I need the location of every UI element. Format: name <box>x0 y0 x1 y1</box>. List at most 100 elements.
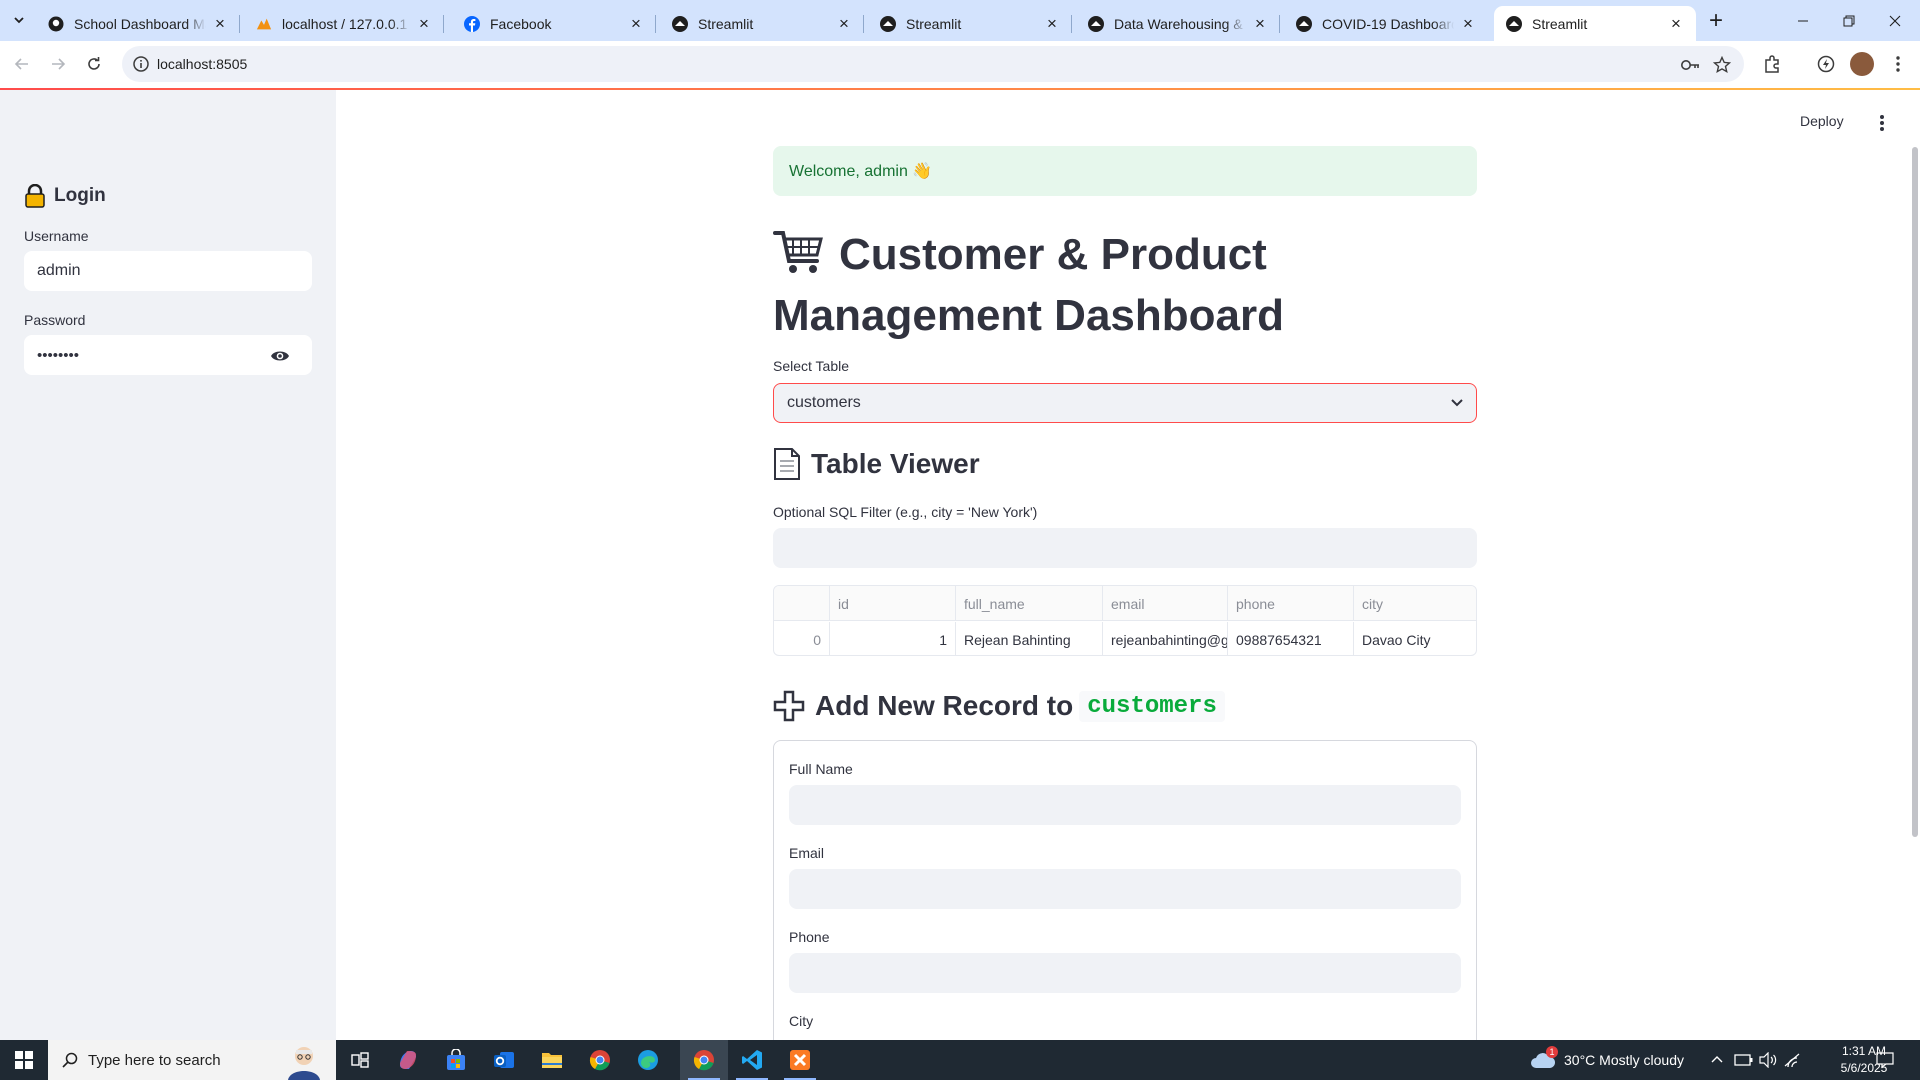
taskbar: Type here to search 1 30°C Mostly cloudy… <box>0 1040 1920 1080</box>
close-tab-icon[interactable]: × <box>1460 15 1476 32</box>
phone-label: Phone <box>789 929 830 945</box>
username-input[interactable]: admin <box>24 251 312 291</box>
chrome-active-taskbar-icon[interactable] <box>680 1040 728 1080</box>
select-table-label: Select Table <box>773 358 850 374</box>
close-tab-icon[interactable]: × <box>1044 15 1060 32</box>
full-name-cell[interactable]: Rejean Bahinting <box>956 622 1103 655</box>
close-tab-icon[interactable]: × <box>1668 15 1684 32</box>
close-tab-icon[interactable]: × <box>1252 15 1268 32</box>
chevron-down-icon <box>14 17 24 24</box>
close-window-button[interactable] <box>1872 0 1918 41</box>
restore-button[interactable] <box>1826 0 1872 41</box>
browser-tab[interactable]: COVID-19 Dashboard × <box>1284 6 1488 41</box>
password-input[interactable]: •••••••• <box>24 335 312 375</box>
full-name-input[interactable] <box>789 785 1461 825</box>
table-viewer-heading: Table Viewer <box>773 448 980 480</box>
page-scrollbar[interactable] <box>1912 147 1918 837</box>
tab-divider <box>863 15 864 33</box>
close-tab-icon[interactable]: × <box>212 15 228 32</box>
page-title-text: Customer & Product Management Dashboard <box>773 230 1284 340</box>
windows-logo-icon <box>15 1051 33 1069</box>
reload-button[interactable] <box>80 50 108 78</box>
store-taskbar-icon[interactable] <box>432 1040 480 1080</box>
github-icon <box>48 16 64 32</box>
add-record-title: Add New Record to <box>815 690 1074 721</box>
browser-tab[interactable]: School Dashboard Manag × <box>36 6 240 41</box>
page-title: Customer & Product Management Dashboard <box>773 228 1477 342</box>
phone-input[interactable] <box>789 953 1461 993</box>
search-icon <box>62 1052 78 1068</box>
column-header-index[interactable] <box>774 586 830 621</box>
show-password-eye-icon[interactable] <box>270 346 290 366</box>
phpmyadmin-icon <box>256 16 272 32</box>
browser-menu-icon[interactable] <box>1886 52 1910 76</box>
email-cell[interactable]: rejeanbahinting@gr <box>1103 622 1228 655</box>
column-header-email[interactable]: email <box>1103 586 1228 621</box>
column-header-id[interactable]: id <box>830 586 956 621</box>
main-menu-icon[interactable] <box>1874 113 1890 133</box>
table-row[interactable]: 0 1 Rejean Bahinting rejeanbahinting@gr … <box>774 622 1476 655</box>
row-index-cell: 0 <box>774 622 830 655</box>
show-hidden-icons[interactable] <box>1710 1040 1724 1080</box>
browser-tab[interactable]: Data Warehousing & ED × <box>1076 6 1280 41</box>
add-record-heading: Add New Record to customers <box>773 690 1225 722</box>
welcome-alert: Welcome, admin 👋 <box>773 146 1477 196</box>
id-cell[interactable]: 1 <box>830 622 956 655</box>
edge-taskbar-icon[interactable] <box>624 1040 672 1080</box>
search-highlight-illustration <box>280 1042 330 1080</box>
extensions-icon[interactable] <box>1760 52 1784 76</box>
close-tab-icon[interactable]: × <box>416 15 432 32</box>
address-bar[interactable]: localhost:8505 <box>122 46 1744 82</box>
forward-arrow-icon <box>52 58 66 70</box>
profile-avatar[interactable] <box>1850 52 1874 76</box>
xampp-taskbar-icon[interactable] <box>776 1040 824 1080</box>
wifi-icon[interactable] <box>1782 1040 1802 1080</box>
weather-widget[interactable]: 1 30°C Mostly cloudy <box>1530 1040 1684 1080</box>
browser-tab[interactable]: Streamlit × <box>868 6 1072 41</box>
browser-tab-strip: School Dashboard Manag × localhost / 127… <box>0 0 1920 41</box>
back-button[interactable] <box>8 50 36 78</box>
browser-tab-active[interactable]: Streamlit × <box>1494 6 1696 41</box>
chrome-taskbar-icon[interactable] <box>576 1040 624 1080</box>
volume-icon[interactable] <box>1758 1040 1778 1080</box>
forward-button[interactable] <box>44 50 72 78</box>
shopping-cart-icon <box>773 229 825 289</box>
outlook-taskbar-icon[interactable] <box>480 1040 528 1080</box>
data-table[interactable]: id full_name email phone city 0 1 Rejean… <box>773 585 1477 656</box>
password-key-icon[interactable] <box>1680 55 1700 75</box>
table-select[interactable]: customers <box>773 383 1477 423</box>
vscode-taskbar-icon[interactable] <box>728 1040 776 1080</box>
browser-tab[interactable]: Facebook × <box>452 6 656 41</box>
column-header-full-name[interactable]: full_name <box>956 586 1103 621</box>
sidebar-title-text: Login <box>54 185 106 206</box>
sql-filter-input[interactable] <box>773 528 1477 568</box>
close-tab-icon[interactable]: × <box>628 15 644 32</box>
tab-search-button[interactable] <box>6 8 32 32</box>
column-header-phone[interactable]: phone <box>1228 586 1354 621</box>
performance-icon[interactable] <box>1814 52 1838 76</box>
battery-icon[interactable] <box>1734 1040 1754 1080</box>
new-tab-button[interactable]: + <box>1702 8 1730 36</box>
site-info-icon[interactable] <box>132 55 150 78</box>
bookmark-star-icon[interactable] <box>1712 55 1732 75</box>
column-header-city[interactable]: city <box>1354 586 1476 621</box>
tab-divider <box>443 15 444 33</box>
taskbar-search[interactable]: Type here to search <box>48 1040 336 1080</box>
email-input[interactable] <box>789 869 1461 909</box>
browser-tab[interactable]: Streamlit × <box>660 6 864 41</box>
copilot-taskbar-icon[interactable] <box>384 1040 432 1080</box>
browser-tab[interactable]: localhost / 127.0.0.1 / sto × <box>244 6 444 41</box>
notification-center-button[interactable] <box>1876 1040 1894 1080</box>
file-explorer-taskbar-icon[interactable] <box>528 1040 576 1080</box>
phone-cell[interactable]: 09887654321 <box>1228 622 1354 655</box>
start-button[interactable] <box>0 1040 48 1080</box>
tab-title: localhost / 127.0.0.1 / sto <box>282 15 410 32</box>
streamlit-icon <box>880 15 896 32</box>
minimize-button[interactable] <box>1780 0 1826 41</box>
url-text: localhost:8505 <box>157 56 248 72</box>
task-view-button[interactable] <box>336 1040 384 1080</box>
restore-icon <box>1843 15 1855 26</box>
city-cell[interactable]: Davao City <box>1354 622 1476 655</box>
deploy-button[interactable]: Deploy <box>1800 113 1844 129</box>
close-tab-icon[interactable]: × <box>836 15 852 32</box>
